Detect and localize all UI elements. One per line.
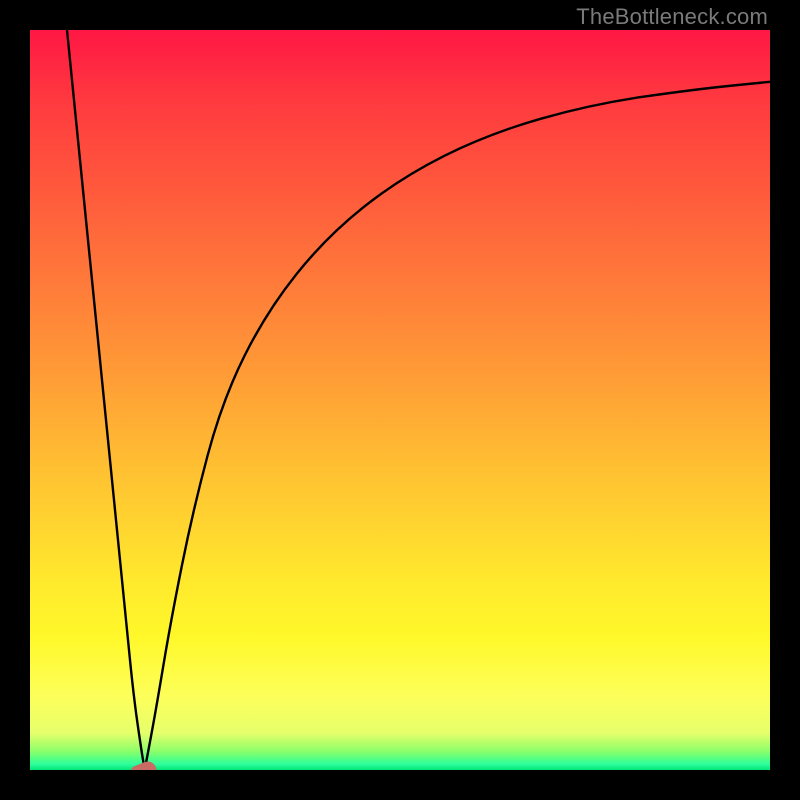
chart-frame: TheBottleneck.com: [0, 0, 800, 800]
attribution-text: TheBottleneck.com: [576, 4, 768, 30]
curve-path: [67, 30, 770, 770]
bottleneck-curve: [30, 30, 770, 770]
plot-area: [30, 30, 770, 770]
